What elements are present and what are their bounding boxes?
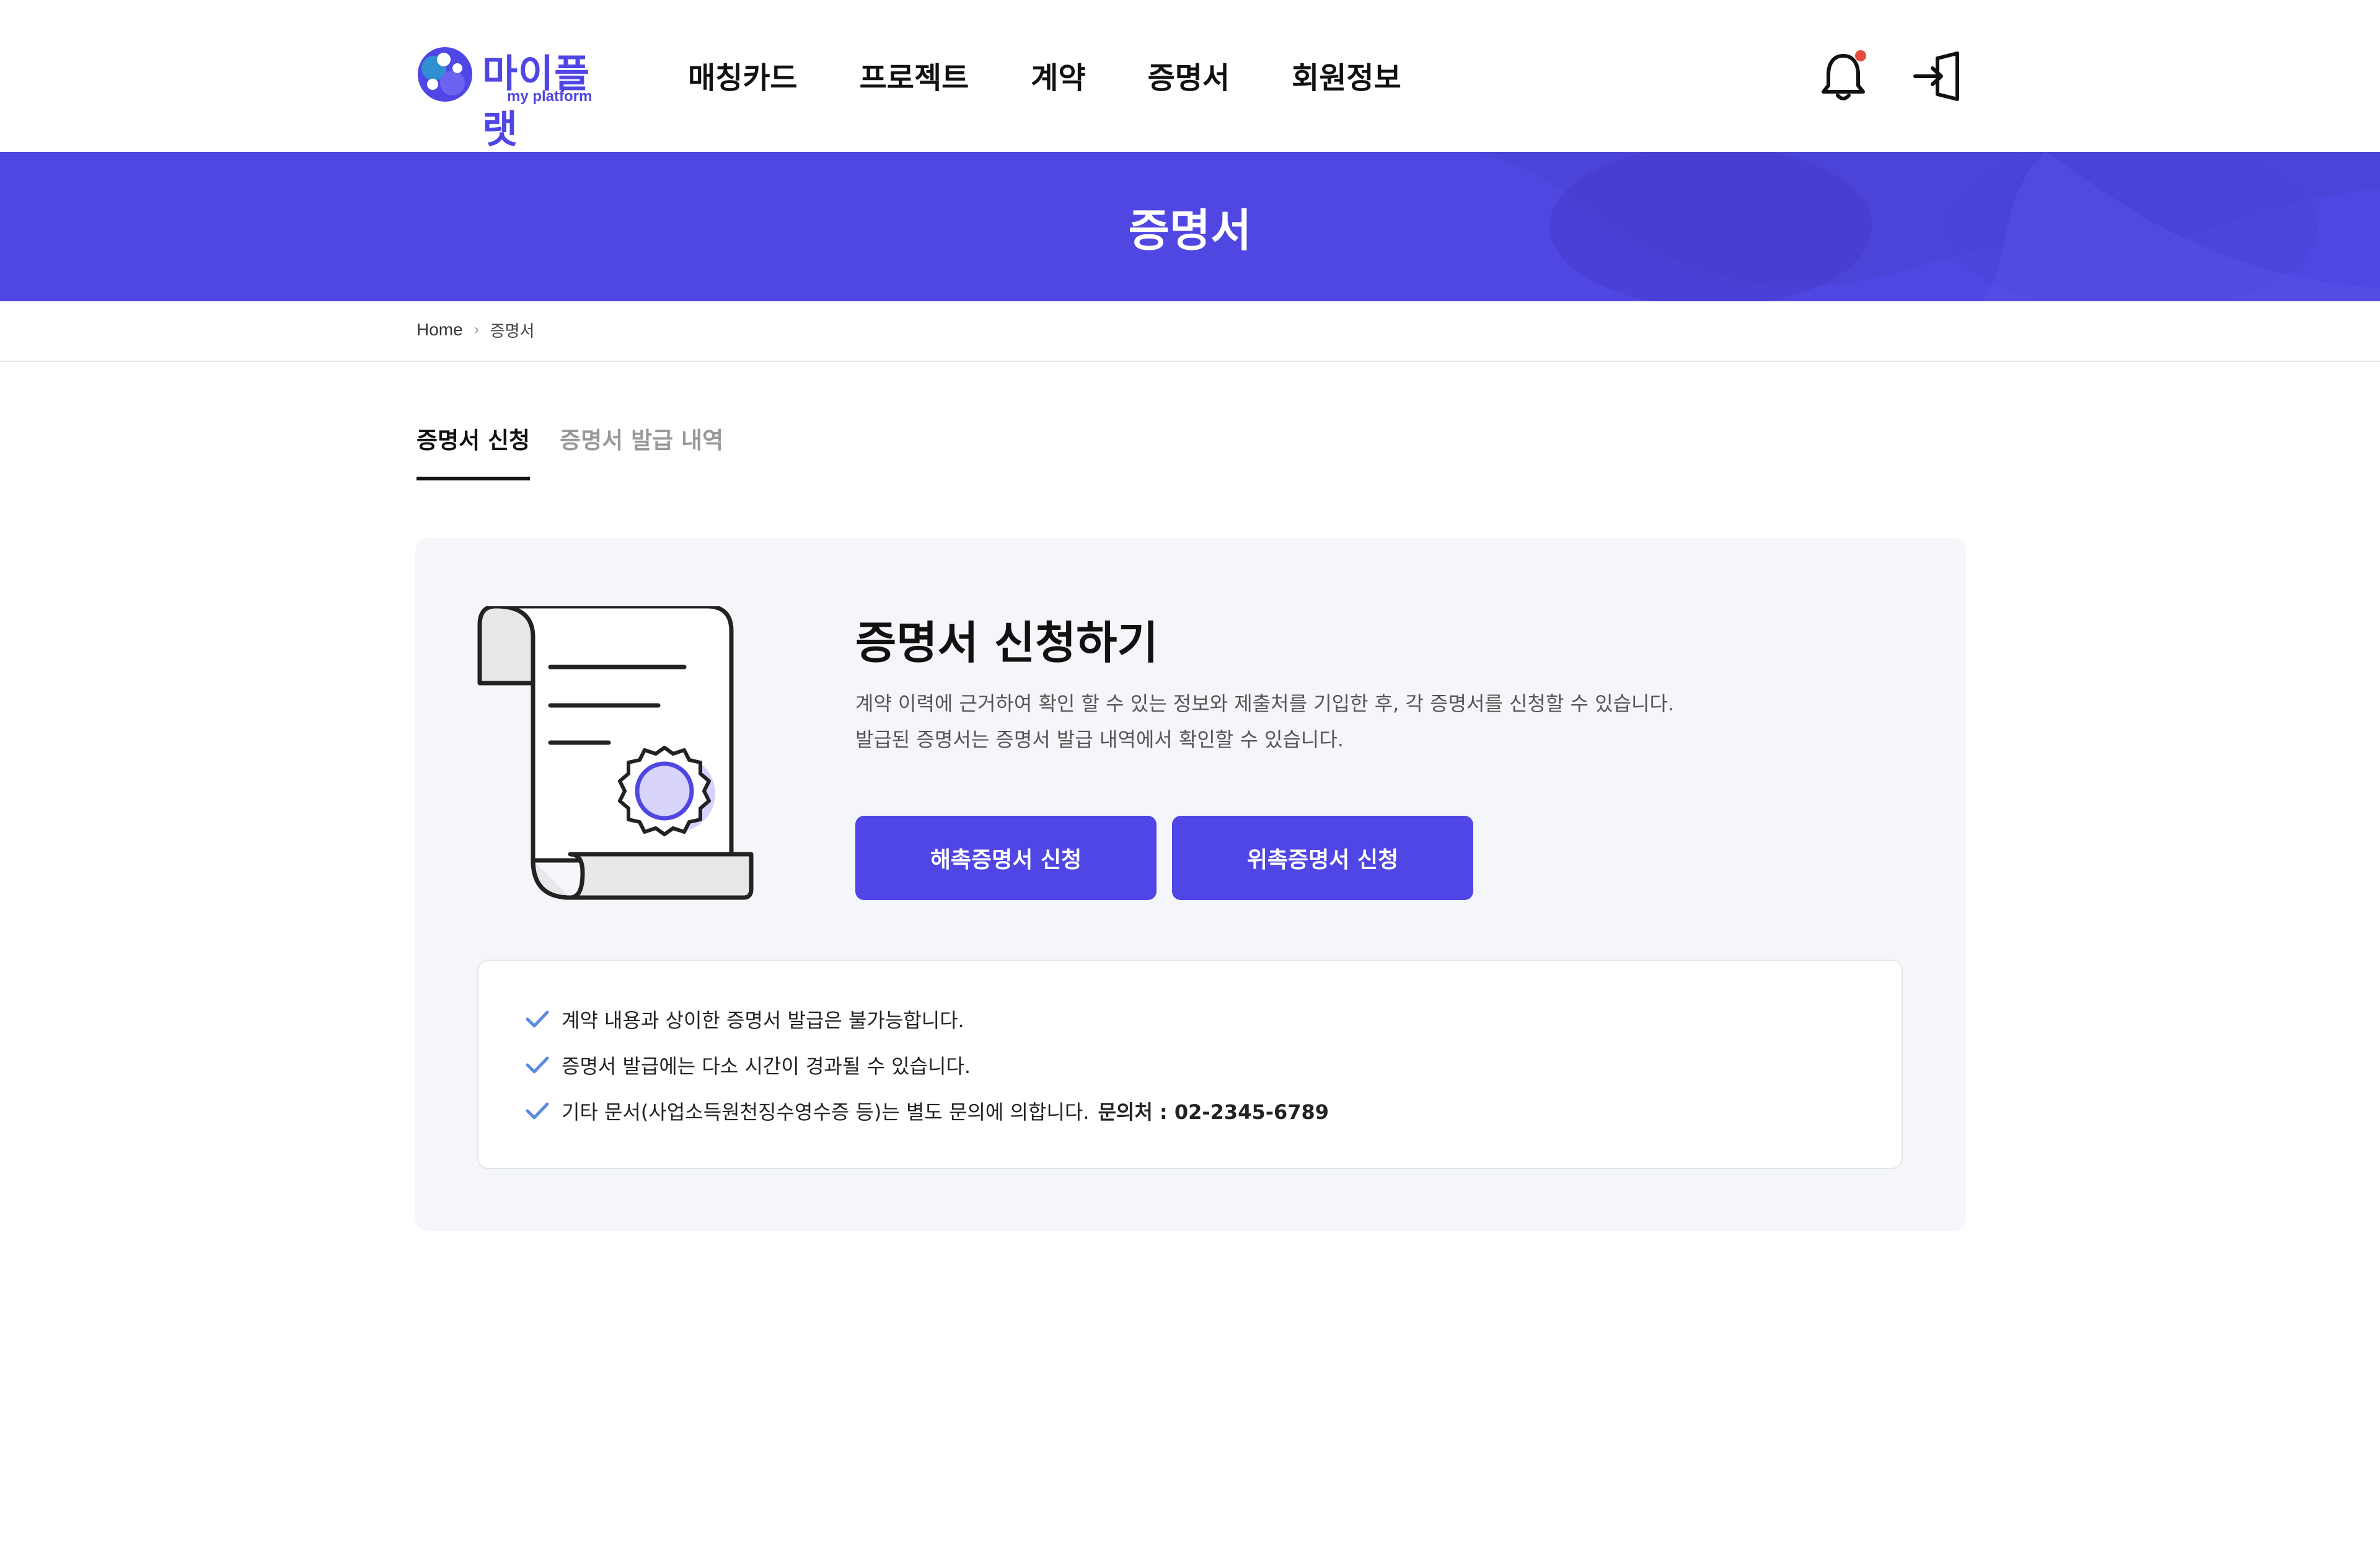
breadcrumb: Home › 증명서 (416, 317, 534, 342)
nav-matching-card[interactable]: 매칭카드 (688, 53, 798, 97)
notice-item: 계약 내용과 상이한 증명서 발급은 불가능합니다. (526, 1000, 964, 1038)
logo-icon (418, 47, 472, 102)
check-icon (526, 1056, 549, 1074)
tab-bar: 증명서 신청 증명서 발급 내역 (416, 422, 723, 480)
check-icon (526, 1102, 549, 1120)
nav-project[interactable]: 프로젝트 (860, 53, 969, 97)
description-line-2: 발급된 증명서는 증명서 발급 내역에서 확인할 수 있습니다. (855, 728, 1344, 751)
notice-text: 증명서 발급에는 다소 시간이 경과될 수 있습니다. (562, 1054, 971, 1078)
panel-description: 계약 이력에 근거하여 확인 할 수 있는 정보와 제출처를 기입한 후, 각 … (855, 686, 1847, 758)
nav-certificate[interactable]: 증명서 (1148, 53, 1230, 97)
tab-certificate-apply[interactable]: 증명서 신청 (416, 422, 531, 480)
notice-text: 계약 내용과 상이한 증명서 발급은 불가능합니다. (562, 1009, 964, 1032)
tab-issuance-history[interactable]: 증명서 발급 내역 (560, 422, 723, 480)
logo-subtitle: my platform (507, 88, 593, 105)
check-icon (526, 1010, 549, 1028)
page-banner: 증명서 (0, 152, 2380, 301)
nav-member-info[interactable]: 회원정보 (1292, 53, 1401, 97)
nav-contract[interactable]: 계약 (1031, 53, 1085, 97)
notice-item: 기타 문서(사업소득원천징수영수증 등)는 별도 문의에 의합니다. 문의처 :… (526, 1092, 1329, 1129)
appointment-certificate-button[interactable]: 위촉증명서 신청 (1172, 816, 1473, 900)
description-line-1: 계약 이력에 근거하여 확인 할 수 있는 정보와 제출처를 기입한 후, 각 … (855, 692, 1675, 715)
chevron-right-icon: › (474, 321, 479, 338)
panel-title: 증명서 신청하기 (855, 617, 1158, 669)
notice-text: 기타 문서(사업소득원천징수영수증 등)는 별도 문의에 의합니다. (562, 1100, 1090, 1124)
breadcrumb-divider (0, 361, 2380, 362)
notice-item: 증명서 발급에는 다소 시간이 경과될 수 있습니다. (526, 1046, 971, 1084)
main-nav: 매칭카드 프로젝트 계약 증명서 회원정보 (688, 53, 1463, 97)
contact-phone: 문의처 : 02-2345-6789 (1098, 1100, 1329, 1124)
breadcrumb-current: 증명서 (490, 322, 535, 341)
notice-box: 계약 내용과 상이한 증명서 발급은 불가능합니다. 증명서 발급에는 다소 시… (477, 960, 1903, 1169)
logo[interactable]: 마이플랫 my platform (414, 38, 625, 152)
header: 마이플랫 my platform 매칭카드 프로젝트 계약 증명서 회원정보 (0, 0, 2380, 152)
certificate-apply-panel: 증명서 신청하기 계약 이력에 근거하여 확인 할 수 있는 정보와 제출처를 … (415, 538, 1966, 1231)
certificate-scroll-icon (477, 604, 756, 907)
breadcrumb-home[interactable]: Home (416, 320, 463, 340)
termination-certificate-button[interactable]: 해촉증명서 신청 (855, 816, 1157, 900)
login-icon[interactable] (1913, 50, 1963, 106)
banner-title: 증명서 (1128, 205, 1252, 257)
bell-icon[interactable] (1818, 50, 1868, 106)
